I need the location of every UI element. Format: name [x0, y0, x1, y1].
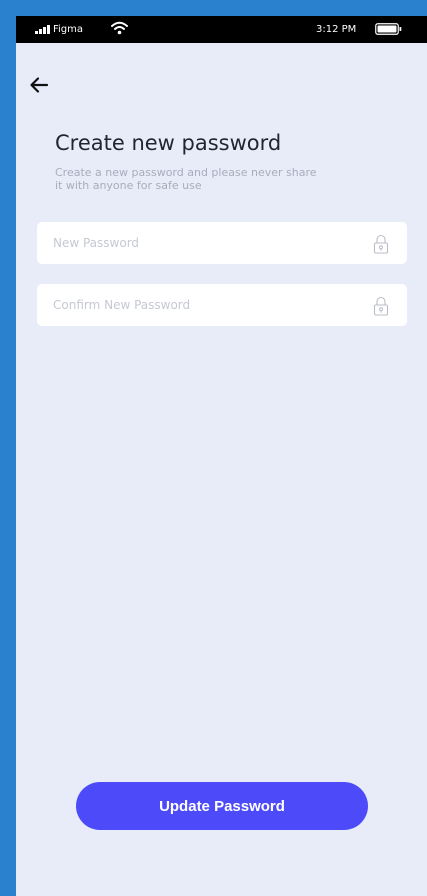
- status-time: 3:12 PM: [316, 24, 357, 35]
- new-password-field[interactable]: [37, 222, 407, 264]
- wifi-icon: [111, 21, 128, 35]
- battery-icon: [375, 23, 402, 35]
- back-arrow-icon[interactable]: [29, 76, 49, 94]
- carrier-name: Figma: [53, 24, 84, 35]
- confirm-password-input[interactable]: [53, 284, 353, 326]
- page-subtitle: Create a new password and please never s…: [55, 166, 317, 192]
- update-password-button[interactable]: Update Password: [76, 782, 368, 830]
- lock-icon[interactable]: [373, 296, 389, 316]
- lock-icon[interactable]: [373, 234, 389, 254]
- page-title: Create new password: [55, 131, 282, 155]
- phone-screen: Figma 3:12 PM Create new password Create…: [16, 16, 427, 896]
- status-bar: Figma 3:12 PM: [16, 16, 427, 43]
- new-password-input[interactable]: [53, 222, 353, 264]
- signal-icon: [35, 25, 50, 34]
- confirm-password-field[interactable]: [37, 284, 407, 326]
